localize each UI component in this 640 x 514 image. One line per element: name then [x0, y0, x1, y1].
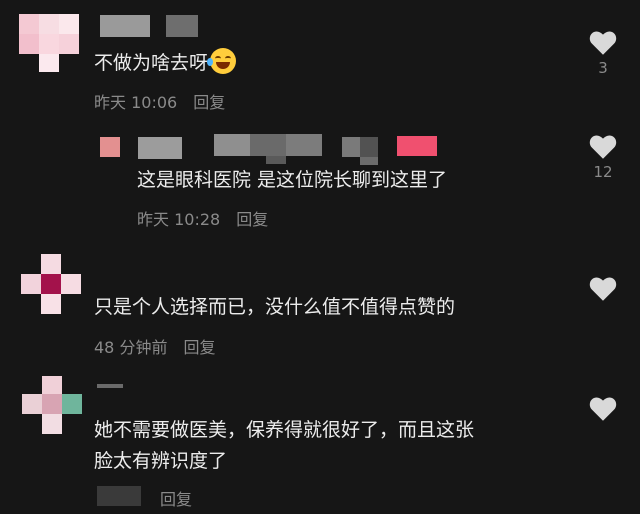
- comment-text: 这是眼科医院 是这位院长聊到这里了: [137, 169, 448, 191]
- reply-button[interactable]: 回复: [160, 490, 192, 509]
- avatar[interactable]: [19, 14, 79, 72]
- reply-button[interactable]: 回复: [183, 338, 215, 357]
- username-blurred-2: [166, 15, 198, 37]
- like-button[interactable]: [588, 396, 618, 421]
- heart-icon: [589, 397, 617, 421]
- username-blurred-2: [214, 134, 338, 164]
- author-badge-blurred: [342, 137, 378, 165]
- avatar[interactable]: [100, 137, 120, 157]
- username-blurred[interactable]: [97, 384, 123, 388]
- like-count: 3: [598, 59, 608, 77]
- reply-button[interactable]: 回复: [236, 210, 268, 229]
- like-button[interactable]: 3: [588, 30, 618, 77]
- comment-time: 昨天 10:06: [94, 93, 178, 112]
- heart-icon: [589, 31, 617, 55]
- username-blurred[interactable]: [100, 15, 150, 37]
- comment-text: 只是个人选择而已，没什么值不值得点赞的: [94, 296, 456, 318]
- like-count: 12: [593, 163, 613, 181]
- avatar[interactable]: [22, 376, 82, 434]
- username-blurred[interactable]: [138, 137, 182, 159]
- like-button[interactable]: [588, 276, 618, 301]
- comment-time: 昨天 10:28: [137, 210, 221, 229]
- reply-button[interactable]: 回复: [193, 93, 225, 112]
- comment-time-blurred: [97, 486, 141, 506]
- heart-icon: [589, 135, 617, 159]
- like-button[interactable]: 12: [588, 134, 618, 181]
- heart-icon: [589, 277, 617, 301]
- avatar[interactable]: [21, 254, 81, 314]
- comment-text-line2: 脸太有辨识度了: [94, 450, 228, 472]
- laughing-crying-emoji-icon: [207, 48, 237, 74]
- comment-text-line1: 她不需要做医美，保养得就很好了，而且这张: [94, 419, 475, 441]
- comment-time: 48 分钟前: [94, 338, 168, 357]
- badge-pink: [397, 136, 437, 156]
- comment-text: 不做为啥去呀: [94, 52, 209, 74]
